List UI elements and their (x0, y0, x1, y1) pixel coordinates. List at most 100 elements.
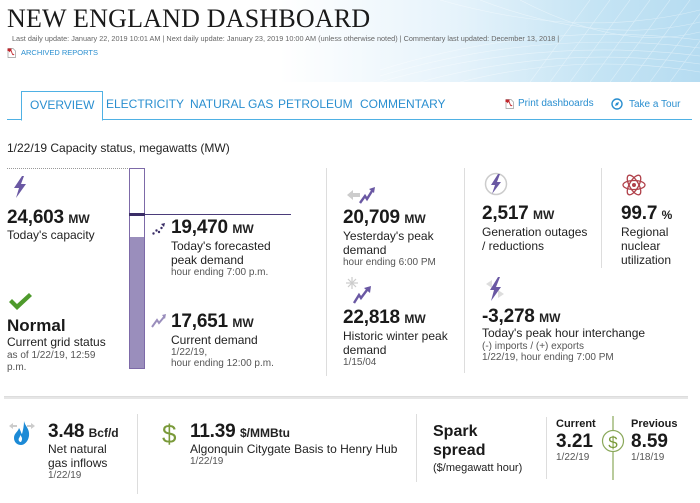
forecast-peak-line (129, 214, 291, 215)
archived-reports-link[interactable]: ARCHIVED REPORTS (7, 46, 98, 60)
tab-electricity[interactable]: ELECTRICITY (106, 91, 184, 120)
algonquin-date: 1/22/19 (190, 456, 224, 467)
spark-previous-label: Previous (631, 418, 678, 430)
pdf-icon (7, 48, 16, 58)
column-divider (326, 168, 327, 376)
current-demand-label: Current demand (171, 333, 258, 347)
forecast-peak-marker (129, 213, 145, 216)
outages-value: 2,517 (482, 203, 529, 224)
dollar-circle-icon: $ (601, 416, 625, 480)
current-demand-unit: MW (232, 316, 254, 330)
checkmark-icon (9, 293, 32, 310)
column-divider (546, 417, 547, 479)
page-title: NEW ENGLAND DASHBOARD (7, 4, 371, 33)
bottom-divider (4, 396, 512, 399)
capacity-unit: MW (68, 212, 90, 226)
svg-text:$: $ (608, 433, 618, 452)
capacity-label: Today's capacity (7, 228, 95, 242)
dollar-icon: $ (162, 419, 177, 449)
column-divider (601, 168, 602, 268)
interchange-value: -3,278 (482, 306, 535, 327)
interchange-sub-2: 1/22/19, hour ending 7:00 PM (482, 352, 614, 363)
winter-peak-label-2: demand (343, 343, 387, 357)
winter-peak-label-1: Historic winter peak (343, 329, 448, 343)
winter-peak-unit: MW (404, 312, 426, 326)
gas-flame-icon (9, 421, 35, 445)
column-divider (416, 414, 417, 482)
interchange-label: Today's peak hour interchange (482, 326, 646, 340)
archived-reports-label: ARCHIVED REPORTS (21, 48, 98, 57)
update-info: Last daily update: January 22, 2019 10:0… (12, 34, 560, 43)
current-demand-bar-fill (130, 237, 144, 368)
print-dashboards-label: Print dashboards (518, 98, 594, 109)
nuclear-unit: % (661, 208, 673, 222)
capacity-metric: 24,603 MW (7, 207, 90, 229)
interchange-icon (486, 277, 504, 301)
spark-unit: ($/megawatt hour) (433, 462, 523, 474)
spark-previous-value: 8.59 (631, 431, 668, 452)
current-demand-value: 17,651 (171, 311, 228, 332)
forecast-label-1: Today's forecasted (171, 239, 271, 253)
snowflake-trend-icon (346, 277, 371, 304)
current-demand-hour: hour ending 12:00 p.m. (171, 358, 274, 369)
interchange-unit: MW (539, 311, 561, 325)
forecast-sub: hour ending 7:00 p.m. (171, 267, 269, 278)
spark-title-1: Spark (433, 423, 478, 440)
spark-current-date: 1/22/19 (556, 452, 590, 463)
column-divider (464, 168, 465, 373)
gas-inflows-label-2: gas inflows (48, 456, 108, 470)
spark-current-label: Current (556, 418, 596, 430)
yesterday-peak-sub: hour ending 6:00 PM (343, 257, 436, 268)
print-dashboards-link[interactable]: Print dashboards (505, 98, 594, 109)
atom-icon (622, 174, 646, 196)
winter-peak-sub: 1/15/04 (343, 357, 377, 368)
forecast-value: 19,470 (171, 217, 228, 238)
compass-icon (611, 98, 623, 110)
grid-status-value: Normal (7, 316, 66, 335)
yesterday-peak-value: 20,709 (343, 207, 400, 228)
algonquin-unit: $/MMBtu (239, 426, 290, 440)
forecast-label-2: peak demand (171, 253, 244, 267)
gas-inflows-unit: Bcf/d (88, 426, 119, 440)
algonquin-value: 11.39 (190, 421, 236, 442)
gas-inflows-label-1: Net natural (48, 442, 107, 456)
yesterday-peak-unit: MW (404, 212, 426, 226)
algonquin-label: Algonquin Citygate Basis to Henry Hub (190, 442, 398, 456)
take-a-tour-label: Take a Tour (629, 98, 681, 110)
grid-status-timestamp: as of 1/22/19, 12:59 p.m. (7, 350, 96, 373)
yesterday-trend-icon (347, 187, 375, 204)
spark-previous-date: 1/18/19 (631, 452, 665, 463)
tab-commentary[interactable]: COMMENTARY (360, 91, 446, 120)
capacity-marker-line (7, 168, 130, 169)
tab-natural-gas[interactable]: NATURAL GAS (190, 91, 273, 120)
take-a-tour-link[interactable]: Take a Tour (611, 98, 681, 110)
winter-peak-value: 22,818 (343, 307, 400, 328)
nuclear-label-2: nuclear (621, 239, 661, 253)
nuclear-label-3: utilization (621, 253, 672, 267)
tab-petroleum[interactable]: PETROLEUM (278, 91, 353, 120)
bottom-divider (512, 396, 688, 399)
outages-unit: MW (533, 208, 555, 222)
header-banner: NEW ENGLAND DASHBOARD Last daily update:… (0, 0, 700, 82)
pdf-icon (505, 98, 514, 109)
capacity-value: 24,603 (7, 207, 64, 228)
capacity-bar (129, 168, 145, 369)
section-title: 1/22/19 Capacity status, megawatts (MW) (7, 141, 230, 155)
interchange-sub-1: (-) imports / (+) exports (482, 341, 584, 352)
trend-up-icon (151, 314, 166, 328)
gas-inflows-date: 1/22/19 (48, 470, 82, 481)
column-divider (137, 414, 138, 494)
yesterday-peak-label-2: demand (343, 243, 387, 257)
tab-overview[interactable]: OVERVIEW (21, 91, 104, 121)
gas-inflows-value: 3.48 (48, 421, 85, 442)
nuclear-value: 99.7 (621, 203, 658, 224)
current-demand-date: 1/22/19, (171, 347, 208, 358)
lightning-icon (14, 176, 26, 198)
outages-label-1: Generation outages (482, 225, 588, 239)
nuclear-label-1: Regional (621, 225, 669, 239)
outages-label-2: / reductions (482, 239, 545, 253)
spark-title-2: spread (433, 442, 486, 459)
forecast-unit: MW (232, 222, 254, 236)
spark-current-value: 3.21 (556, 431, 593, 452)
grid-status-label: Current grid status (7, 335, 106, 349)
